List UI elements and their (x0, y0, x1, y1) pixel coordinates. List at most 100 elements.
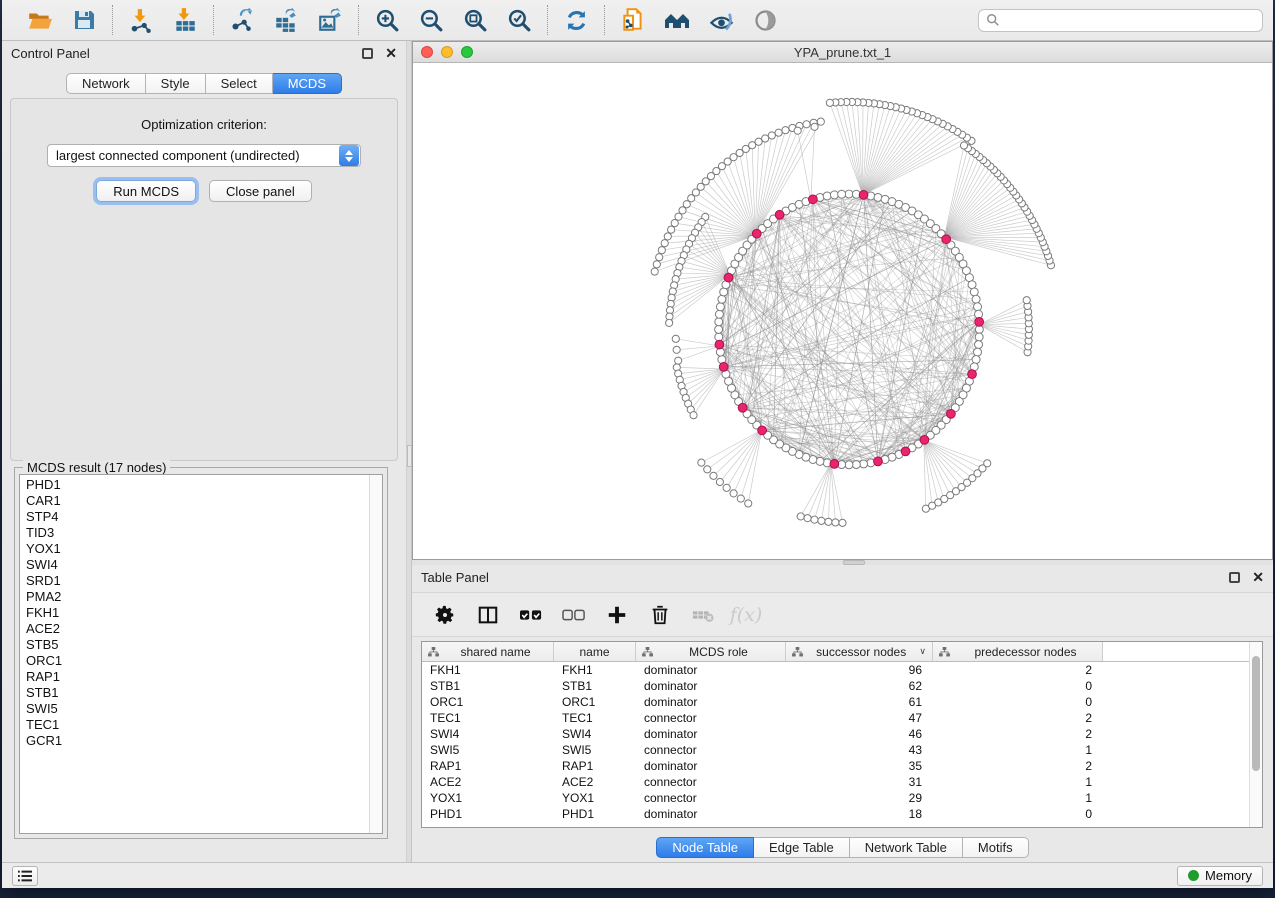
column-header-MCDS-role[interactable]: MCDS role (636, 642, 786, 661)
search-box[interactable] (978, 9, 1263, 32)
network-node[interactable] (1023, 297, 1030, 304)
network-node[interactable] (716, 303, 724, 311)
close-panel-button[interactable]: Close panel (209, 180, 312, 202)
network-node[interactable] (860, 460, 868, 468)
close-panel-icon[interactable]: ✕ (385, 48, 397, 59)
network-node[interactable] (845, 190, 853, 198)
network-hub-node[interactable] (859, 191, 868, 200)
network-node[interactable] (852, 461, 860, 469)
table-row[interactable]: PHD1PHD1dominator180 (422, 806, 1262, 822)
network-node[interactable] (803, 121, 810, 128)
network-node[interactable] (675, 357, 682, 364)
network-node[interactable] (658, 247, 665, 254)
list-item[interactable]: YOX1 (26, 541, 369, 557)
list-item[interactable]: TEC1 (26, 717, 369, 733)
network-hub-node[interactable] (942, 235, 951, 244)
network-node[interactable] (974, 348, 982, 356)
network-node[interactable] (968, 281, 976, 289)
network-hub-node[interactable] (738, 403, 747, 412)
deselect-all-button[interactable] (561, 602, 587, 628)
zoom-out-button[interactable] (416, 5, 446, 35)
network-hub-node[interactable] (808, 195, 817, 204)
run-mcds-button[interactable]: Run MCDS (96, 180, 196, 202)
network-node[interactable] (775, 129, 782, 136)
network-node[interactable] (690, 412, 697, 419)
network-node[interactable] (675, 213, 682, 220)
network-node[interactable] (656, 254, 663, 261)
network-hub-node[interactable] (975, 317, 984, 326)
first-neighbors-button[interactable] (662, 5, 692, 35)
network-node[interactable] (839, 519, 846, 526)
network-node[interactable] (762, 135, 769, 142)
minimize-window-icon[interactable] (441, 46, 453, 58)
export-table-button[interactable] (271, 5, 301, 35)
network-hub-node[interactable] (830, 460, 839, 469)
network-node[interactable] (720, 288, 728, 296)
zoom-selected-button[interactable] (504, 5, 534, 35)
network-node[interactable] (818, 517, 825, 524)
network-node[interactable] (710, 472, 717, 479)
network-node[interactable] (972, 356, 980, 364)
network-node[interactable] (672, 335, 679, 342)
open-file-button[interactable] (25, 5, 55, 35)
tab-network[interactable]: Network (66, 73, 146, 94)
optimization-criterion-select[interactable]: largest connected component (undirected) (47, 144, 361, 167)
network-node[interactable] (794, 127, 801, 134)
tab-node-table[interactable]: Node Table (656, 837, 754, 858)
tab-network-table[interactable]: Network Table (850, 837, 963, 858)
tab-motifs[interactable]: Motifs (963, 837, 1029, 858)
network-node[interactable] (651, 268, 658, 275)
network-node[interactable] (845, 461, 853, 469)
table-scrollbar[interactable] (1249, 642, 1262, 827)
select-all-button[interactable] (518, 602, 544, 628)
delete-table-button[interactable] (690, 602, 716, 628)
table-row[interactable]: ACE2ACE2connector311 (422, 774, 1262, 790)
list-item[interactable]: CAR1 (26, 493, 369, 509)
table-settings-button[interactable] (432, 602, 458, 628)
import-table-button[interactable] (170, 5, 200, 35)
network-node[interactable] (960, 142, 967, 149)
memory-button[interactable]: Memory (1177, 866, 1263, 886)
close-panel-icon[interactable]: ✕ (1252, 572, 1264, 583)
network-node[interactable] (975, 341, 983, 349)
column-header-shared-name[interactable]: shared name (422, 642, 554, 661)
table-row[interactable]: FKH1FKH1dominator962 (422, 662, 1262, 678)
zoom-fit-button[interactable] (460, 5, 490, 35)
network-node[interactable] (715, 325, 723, 333)
network-node[interactable] (723, 484, 730, 491)
network-node[interactable] (704, 466, 711, 473)
delete-column-button[interactable] (647, 602, 673, 628)
network-node[interactable] (716, 478, 723, 485)
save-session-button[interactable] (69, 5, 99, 35)
tab-select[interactable]: Select (206, 73, 273, 94)
create-column-button[interactable] (604, 602, 630, 628)
network-node[interactable] (782, 127, 789, 134)
table-row[interactable]: ORC1ORC1dominator610 (422, 694, 1262, 710)
network-node[interactable] (668, 226, 675, 233)
search-input[interactable] (1005, 13, 1255, 27)
tab-style[interactable]: Style (146, 73, 206, 94)
show-graphics-details-button[interactable] (750, 5, 780, 35)
network-canvas[interactable] (413, 63, 1272, 559)
network-node[interactable] (745, 500, 752, 507)
network-node[interactable] (974, 303, 982, 311)
table-row[interactable]: SWI5SWI5connector431 (422, 742, 1262, 758)
column-header-predecessor-nodes[interactable]: predecessor nodes (933, 642, 1103, 661)
list-item[interactable]: PHD1 (26, 477, 369, 493)
function-builder-button[interactable]: f(x) (733, 602, 759, 628)
list-item[interactable]: RAP1 (26, 669, 369, 685)
float-panel-icon[interactable] (362, 48, 373, 59)
list-item[interactable]: GCR1 (26, 733, 369, 749)
network-node[interactable] (653, 261, 660, 268)
network-node[interactable] (737, 495, 744, 502)
network-node[interactable] (698, 459, 705, 466)
mcds-result-scrollbar[interactable] (369, 475, 382, 833)
network-node[interactable] (832, 519, 839, 526)
network-node[interactable] (661, 240, 668, 247)
network-node[interactable] (671, 220, 678, 227)
network-hub-node[interactable] (758, 426, 767, 435)
network-node[interactable] (826, 99, 833, 106)
float-panel-icon[interactable] (1229, 572, 1240, 583)
network-node[interactable] (730, 490, 737, 497)
network-hub-node[interactable] (874, 457, 883, 466)
